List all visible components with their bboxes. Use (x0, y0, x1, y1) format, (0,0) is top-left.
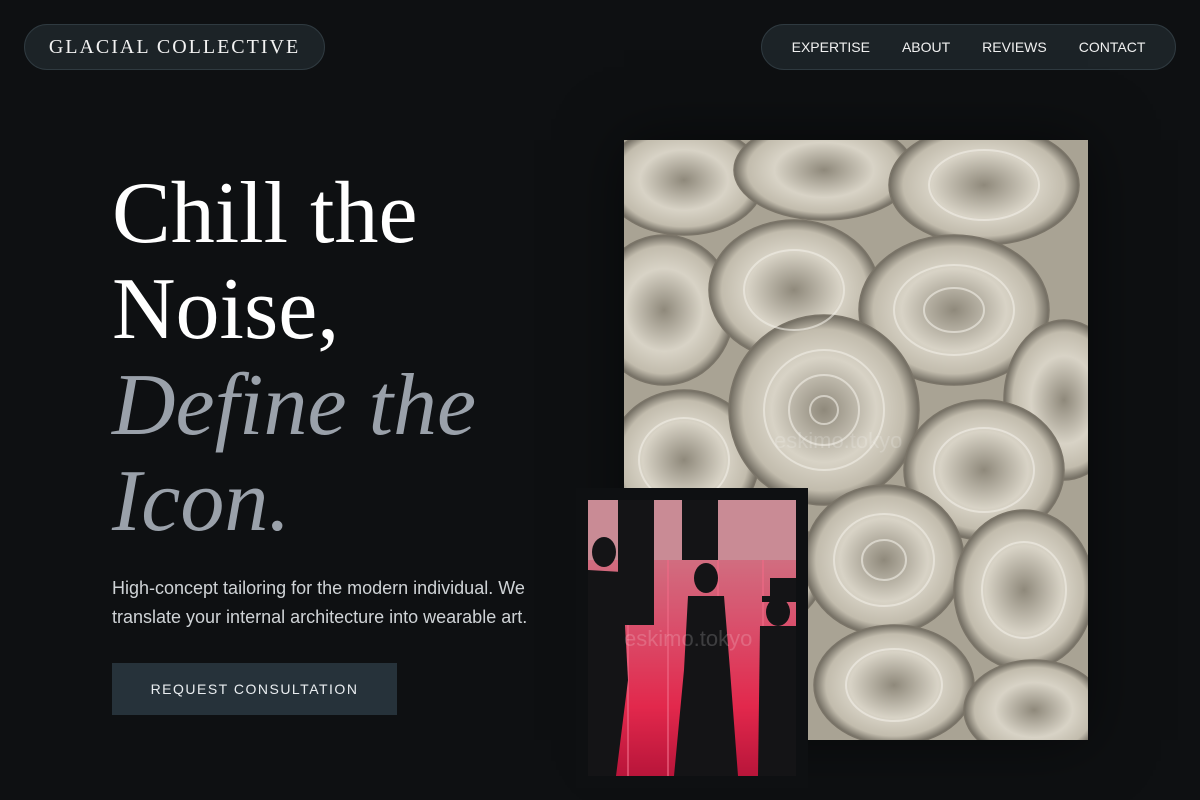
mannequin-display-image: eskimo.tokyo (588, 500, 796, 776)
headline-line-4: Icon. (112, 453, 291, 550)
brand-logo[interactable]: GLACIAL COLLECTIVE (24, 24, 325, 70)
nav-item-reviews[interactable]: REVIEWS (982, 39, 1047, 55)
headline-line-3: Define the (112, 357, 477, 454)
hero-headline: Chill the Noise, Define the Icon. (112, 166, 476, 550)
main-nav: EXPERTISE ABOUT REVIEWS CONTACT (761, 24, 1176, 70)
brand-name: GLACIAL COLLECTIVE (48, 35, 301, 58)
headline-line-2: Noise, (112, 261, 340, 358)
headline-line-1: Chill the (112, 165, 418, 262)
nav-item-expertise[interactable]: EXPERTISE (792, 39, 870, 55)
nav-item-contact[interactable]: CONTACT (1079, 39, 1146, 55)
nav-item-about[interactable]: ABOUT (902, 39, 950, 55)
mannequin-illustration (588, 500, 796, 776)
hero-tagline: High-concept tailoring for the modern in… (112, 578, 528, 627)
request-consultation-button[interactable]: REQUEST CONSULTATION (112, 663, 397, 715)
